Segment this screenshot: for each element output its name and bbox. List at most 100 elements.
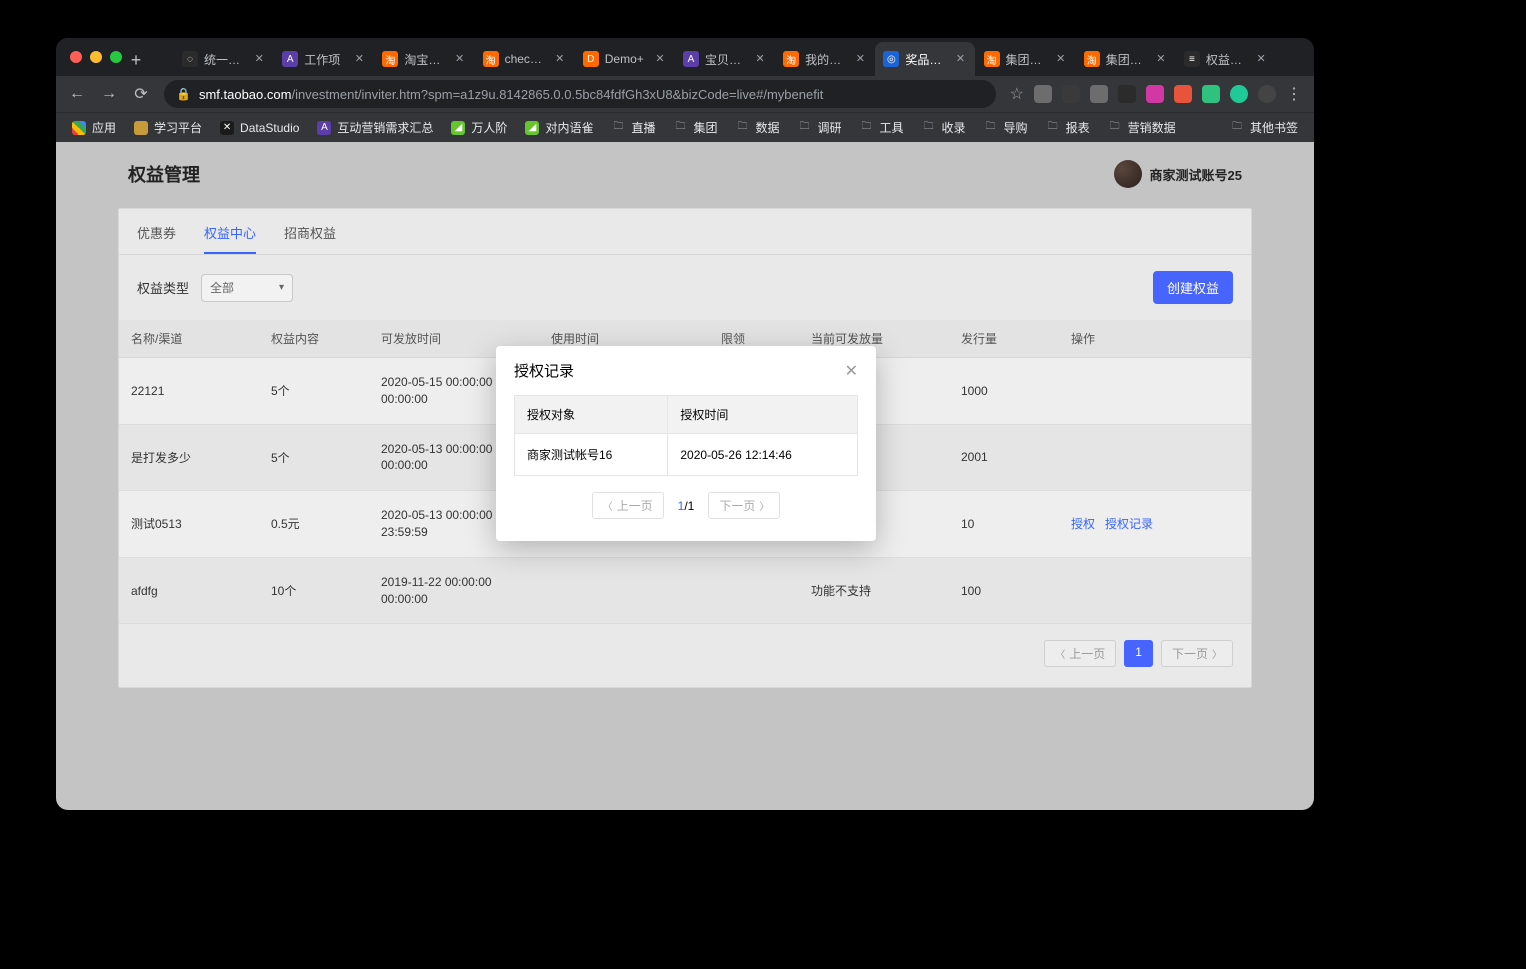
modal-cell-target: 商家测试帐号16: [515, 434, 668, 476]
browser-tab[interactable]: A 工作项 ✕: [274, 42, 373, 76]
bookmark-item[interactable]: ✕ DataStudio: [214, 119, 305, 137]
address-bar[interactable]: 🔒 smf.taobao.com/investment/inviter.htm?…: [164, 80, 996, 108]
minimize-window-button[interactable]: [90, 51, 102, 63]
window-titlebar: ◌ 统一登录 ✕A 工作项 ✕淘 淘宝直播 ✕淘 check (7 ✕D Dem…: [56, 38, 1314, 76]
bookmark-label: 其他书签: [1250, 119, 1298, 136]
close-tab-icon[interactable]: ✕: [1055, 53, 1067, 65]
extension-icon[interactable]: [1090, 85, 1108, 103]
bookmark-label: 互动营销需求汇总: [337, 119, 433, 136]
modal-title: 授权记录: [514, 360, 574, 381]
bookmark-item[interactable]: 学习平台: [128, 117, 208, 138]
bookmark-label: 万人阶: [471, 119, 507, 136]
modal-pagination: 〈 上一页 1/1 下一页 〉: [496, 476, 876, 541]
folder-icon: 🗀: [1108, 121, 1122, 135]
extension-icon[interactable]: [1118, 85, 1136, 103]
chevron-right-icon: 〉: [759, 498, 769, 513]
extension-icon[interactable]: [1174, 85, 1192, 103]
bookmark-label: 导购: [1004, 119, 1028, 136]
bookmark-folder[interactable]: 🗀 工具: [854, 117, 910, 138]
browser-tab[interactable]: 淘 check (7 ✕: [475, 42, 574, 76]
extension-icon[interactable]: [1062, 85, 1080, 103]
bookmark-folder[interactable]: 🗀数据: [729, 117, 785, 138]
close-tab-icon[interactable]: ✕: [454, 53, 466, 65]
folder-icon: 🗀: [735, 121, 749, 135]
close-tab-icon[interactable]: ✕: [955, 53, 967, 65]
close-tab-icon[interactable]: ✕: [554, 53, 566, 65]
extension-icon[interactable]: [1034, 85, 1052, 103]
bookmark-label: DataStudio: [240, 121, 299, 135]
bookmark-label: 集团: [693, 119, 717, 136]
apps-icon: [72, 121, 86, 135]
auth-record-modal: 授权记录 ✕ 授权对象 授权时间 商家测试帐号16 2020-05-26 12:…: [496, 346, 876, 541]
bookmark-folder[interactable]: 🗀报表: [1040, 117, 1096, 138]
browser-tab[interactable]: 淘 集团权益 ✕: [1076, 42, 1175, 76]
modal-close-button[interactable]: ✕: [845, 361, 858, 381]
close-tab-icon[interactable]: ✕: [754, 53, 766, 65]
reload-button[interactable]: ⟳: [132, 84, 150, 104]
browser-tab[interactable]: A 宝贝口袋 ✕: [675, 42, 774, 76]
chevron-left-icon: 〈: [603, 498, 613, 513]
forward-button[interactable]: →: [100, 85, 118, 103]
browser-tab[interactable]: D Demo+ ✕: [575, 42, 674, 76]
bookmark-folder[interactable]: 🗀 导购: [978, 117, 1034, 138]
close-tab-icon[interactable]: ✕: [1255, 53, 1267, 65]
bookmark-label: 工具: [880, 119, 904, 136]
browser-tabs: ◌ 统一登录 ✕A 工作项 ✕淘 淘宝直播 ✕淘 check (7 ✕D Dem…: [174, 38, 1276, 76]
extension-icon[interactable]: [1146, 85, 1164, 103]
new-tab-button[interactable]: +: [122, 44, 150, 71]
browser-tab[interactable]: ◎ 奖品管理 ✕: [875, 42, 974, 76]
favicon-icon: ◎: [883, 51, 899, 67]
favicon-icon: A: [683, 51, 699, 67]
tab-title: 集团权益: [1006, 51, 1049, 68]
modal-row: 商家测试帐号16 2020-05-26 12:14:46: [515, 434, 858, 476]
modal-next-button[interactable]: 下一页 〉: [708, 492, 780, 519]
browser-tab[interactable]: 淘 淘宝直播 ✕: [374, 42, 473, 76]
extension-icon[interactable]: [1230, 85, 1248, 103]
maximize-window-button[interactable]: [110, 51, 122, 63]
traffic-lights: [56, 51, 122, 63]
bookmark-item[interactable]: ◢对内语雀: [519, 117, 599, 138]
back-button[interactable]: ←: [68, 85, 86, 103]
close-tab-icon[interactable]: ✕: [1155, 53, 1167, 65]
bookmark-item[interactable]: A互动营销需求汇总: [311, 117, 439, 138]
kebab-menu-icon[interactable]: ⋮: [1286, 84, 1302, 104]
modal-cell-time: 2020-05-26 12:14:46: [668, 434, 858, 476]
star-icon[interactable]: ☆: [1010, 84, 1024, 104]
close-tab-icon[interactable]: ✕: [253, 53, 265, 65]
page-viewport: 权益管理 商家测试账号25 优惠券权益中心招商权益 权益类型 全部 ▾ 创建权益: [56, 142, 1314, 810]
bookmark-label: 调研: [818, 119, 842, 136]
browser-tab[interactable]: 淘 我的直播 ✕: [775, 42, 874, 76]
other-bookmarks[interactable]: 🗀 其他书签: [1224, 117, 1304, 138]
bookmark-folder[interactable]: 🗀 调研: [792, 117, 848, 138]
bookmark-folder[interactable]: 🗀直播: [605, 117, 661, 138]
close-window-button[interactable]: [70, 51, 82, 63]
close-tab-icon[interactable]: ✕: [854, 53, 866, 65]
browser-tab[interactable]: ◌ 统一登录 ✕: [174, 42, 273, 76]
folder-icon: 🗀: [922, 121, 936, 135]
modal-prev-button[interactable]: 〈 上一页: [592, 492, 664, 519]
bookmark-folder[interactable]: 🗀收录: [916, 117, 972, 138]
tab-title: 统一登录: [204, 51, 247, 68]
close-tab-icon[interactable]: ✕: [654, 53, 666, 65]
close-tab-icon[interactable]: ✕: [353, 53, 365, 65]
bookmark-folder[interactable]: 🗀 集团: [667, 117, 723, 138]
folder-icon: 🗀: [860, 121, 874, 135]
bookmark-item[interactable]: ◢万人阶: [445, 117, 513, 138]
extension-icon[interactable]: [1202, 85, 1220, 103]
tab-title: 淘宝直播: [404, 51, 447, 68]
browser-tab[interactable]: 淘 集团权益 ✕: [976, 42, 1075, 76]
bookmark-label: 应用: [92, 119, 116, 136]
folder-icon: 🗀: [1230, 121, 1244, 135]
folder-icon: 🗀: [798, 121, 812, 135]
bookmark-label: 对内语雀: [545, 119, 593, 136]
folder-icon: 🗀: [984, 121, 998, 135]
bookmark-folder[interactable]: 🗀营销数据: [1102, 117, 1182, 138]
bookmark-item[interactable]: 应用: [66, 117, 122, 138]
modal-col-target: 授权对象: [515, 396, 668, 434]
modal-page-info: 1/1: [678, 499, 695, 513]
modal-table: 授权对象 授权时间 商家测试帐号16 2020-05-26 12:14:46: [514, 395, 858, 476]
profile-avatar-icon[interactable]: [1258, 85, 1276, 103]
bookmark-favicon-icon: ✕: [220, 121, 234, 135]
browser-tab[interactable]: ≡ 权益投放 ✕: [1176, 42, 1275, 76]
folder-icon: 🗀: [673, 121, 687, 135]
